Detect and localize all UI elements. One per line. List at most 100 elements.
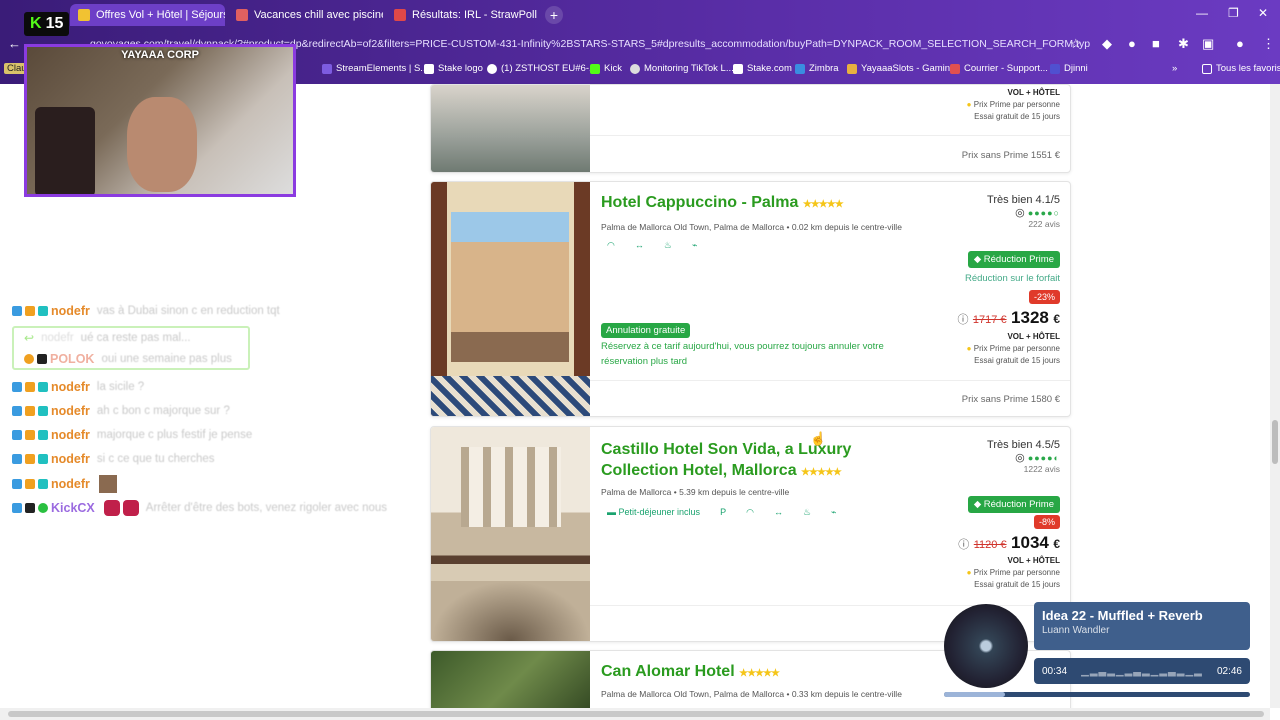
chat-text: oui une semaine pas plus <box>101 353 232 365</box>
maximize-icon[interactable]: ❐ <box>1228 6 1239 20</box>
spa-icon: ♨ <box>802 507 812 517</box>
chat-text: la sicile ? <box>96 381 145 393</box>
minimize-icon[interactable]: — <box>1196 6 1208 20</box>
hotel-name-link[interactable]: Hotel Cappuccino - Palma ★★★★★ <box>601 194 844 212</box>
favicon-icon <box>394 9 406 21</box>
badge-icon <box>24 354 34 364</box>
star-rating: ★★★★★ <box>739 668 780 679</box>
vol-hotel-label: VOL + HÔTEL <box>1007 332 1060 341</box>
bookmark-item[interactable]: YayaaaSlots - Gamin... <box>847 63 958 74</box>
webcam-overlay: YAYAAA CORP <box>24 44 296 197</box>
bookmark-item[interactable]: Kick <box>590 63 622 74</box>
review-count: 222 avis <box>1028 219 1060 229</box>
bookmark-label: (1) ZSTHOST EU#6-... <box>501 63 597 74</box>
prime-label: Prix Prime par personne <box>973 568 1060 577</box>
bookmark-icon <box>795 63 805 74</box>
bookmark-item[interactable]: Stake.com <box>733 63 792 74</box>
bookmark-item[interactable]: Djinni <box>1050 63 1088 74</box>
bookmark-icon <box>847 63 857 74</box>
tab-strawpoll[interactable]: Résultats: IRL - StrawPoll ✕ <box>386 4 541 26</box>
extension-icon[interactable]: ◆ <box>1102 36 1112 52</box>
badge-icon <box>12 454 22 464</box>
chat-text: vas à Dubai sinon c en reduction tqt <box>96 305 280 317</box>
bookmark-icon <box>322 63 332 74</box>
tripadvisor-icon: ◎ <box>1015 452 1025 464</box>
currency: € <box>1053 312 1060 326</box>
bookmark-label: Stake.com <box>747 63 792 74</box>
rating-dots: ●●●●○ <box>1027 208 1060 218</box>
scroll-thumb[interactable] <box>1272 420 1278 464</box>
bookmark-item[interactable]: Stake logo <box>424 63 483 74</box>
info-icon[interactable]: ⓘ <box>957 314 968 326</box>
amenities: ◠ ↔ ♨ ⌁ <box>607 240 697 251</box>
tab-vacances[interactable]: Vacances chill avec piscine et n ✕ <box>228 4 383 26</box>
hotel-card-previous[interactable]: VOL + HÔTEL ● Prix Prime par personne Essa… <box>430 84 1071 173</box>
badge-icon <box>12 406 22 416</box>
profile-icon[interactable]: ● <box>1236 36 1244 51</box>
horizontal-scrollbar[interactable] <box>0 708 1270 720</box>
price-details: VOL + HÔTEL ● Prix Prime par personne Essa… <box>967 87 1060 123</box>
badge-icon <box>12 430 22 440</box>
prime-discount-label: Réduction Prime <box>983 499 1054 510</box>
info-icon[interactable]: ⓘ <box>958 539 969 551</box>
scroll-thumb[interactable] <box>8 711 1264 717</box>
streamer <box>127 97 197 192</box>
star-icon[interactable]: ☆ <box>1070 36 1082 52</box>
parking-icon: P <box>720 507 727 517</box>
vertical-scrollbar[interactable] <box>1270 84 1280 708</box>
tripadvisor-icon: ◎ <box>1015 207 1025 219</box>
discount-badge: -8% <box>1033 515 1060 529</box>
elapsed-time: 00:34 <box>1042 665 1068 677</box>
chat-username: nodefr <box>51 452 90 466</box>
reply-icon: ↩ <box>24 331 35 345</box>
favicon-icon <box>78 9 90 21</box>
chat-message: nodefr majorque c plus festif je pense <box>12 428 252 442</box>
chat-message: nodefr <box>12 475 117 493</box>
hotel-image[interactable] <box>431 182 590 416</box>
badge-icon <box>12 382 22 392</box>
prime-discount-label: Réduction Prime <box>983 254 1054 265</box>
tab-offres[interactable]: Offres Vol + Hôtel | Séjours pas ✕ <box>70 4 225 26</box>
chat-reply-quote: ↩ nodefr ué ca reste pas mal... <box>24 331 191 345</box>
bookmark-item[interactable]: (1) ZSTHOST EU#6-... <box>487 63 597 74</box>
close-window-icon[interactable]: ✕ <box>1258 6 1268 20</box>
extension-icon[interactable]: ✱ <box>1178 36 1189 52</box>
hotel-name-link[interactable]: Can Alomar Hotel ★★★★★ <box>601 663 780 681</box>
new-tab-button[interactable]: + <box>545 6 563 24</box>
tab-label: Résultats: IRL - StrawPoll <box>412 9 537 21</box>
badge-icon <box>12 503 22 513</box>
bookmark-icon <box>487 63 497 74</box>
divider <box>590 380 1070 381</box>
vol-hotel-label: VOL + HÔTEL <box>1007 556 1060 565</box>
breakfast-label: Petit-déjeuner inclus <box>618 507 701 517</box>
currency: € <box>1053 537 1060 551</box>
menu-icon[interactable]: ⋮ <box>1262 36 1275 52</box>
hotel-image[interactable] <box>431 427 590 641</box>
free-cancellation-desc: Réservez à ce tarif aujourd'hui, vous po… <box>601 341 884 367</box>
kick-icon: K <box>30 15 42 32</box>
spa-icon: ♨ <box>663 240 672 250</box>
bookmark-item[interactable]: StreamElements | S... <box>322 63 428 74</box>
bookmark-item[interactable]: Courrier - Support... <box>950 63 1048 74</box>
badge-icon <box>38 479 48 489</box>
hotel-image[interactable] <box>431 85 590 172</box>
new-price: 1328 <box>1011 308 1049 327</box>
badge-icon <box>38 382 48 392</box>
star-rating: ★★★★★ <box>802 199 844 210</box>
bookmark-item[interactable]: Zimbra <box>795 63 839 74</box>
extension-icon[interactable]: ● <box>1128 36 1136 51</box>
bookmark-item[interactable]: Monitoring TikTok L... <box>630 63 734 74</box>
prime-label: Prix Prime par personne <box>973 100 1060 109</box>
more-bookmarks-icon[interactable]: » <box>1172 63 1177 74</box>
waveform: ▁▂▃▂▁▂▃▂▁▂▃▂▁▂ <box>1081 665 1203 677</box>
price-block: ⓘ 1717 € 1328 € <box>957 308 1060 328</box>
kick-icon <box>590 63 600 74</box>
bookmark-folder[interactable]: Tous les favoris <box>1202 63 1280 74</box>
back-icon[interactable]: ← <box>8 36 21 51</box>
puzzle-icon[interactable]: ▣ <box>1202 36 1214 52</box>
old-price: 1120 € <box>973 539 1007 551</box>
bookmark-label: Stake logo <box>438 63 483 74</box>
hotel-name-link[interactable]: Castillo Hotel Son Vida, a Luxury Collec… <box>601 439 871 483</box>
extension-icon[interactable]: ■ <box>1152 36 1160 51</box>
hotel-card-cappuccino[interactable]: Hotel Cappuccino - Palma ★★★★★ Palma de … <box>430 181 1071 417</box>
